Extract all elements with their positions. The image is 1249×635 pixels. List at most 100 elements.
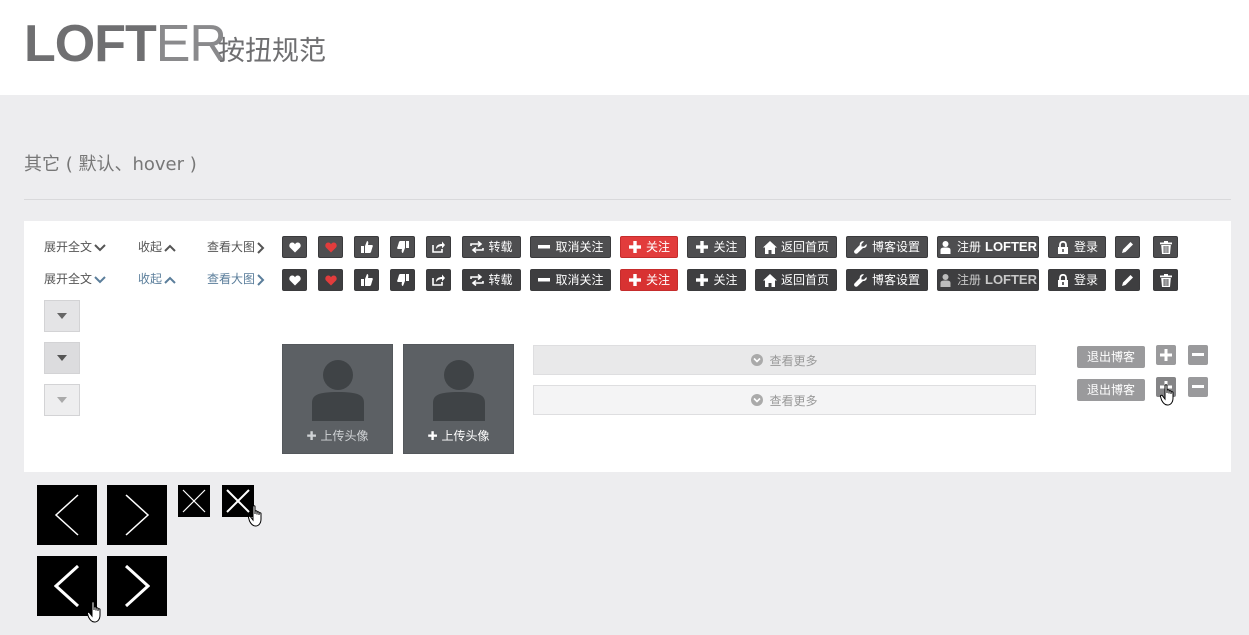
collapse-link-hover[interactable]: 收起 [138, 268, 176, 290]
follow-label: 关注 [713, 240, 738, 254]
remove-button[interactable] [1188, 345, 1208, 365]
user-icon [939, 240, 953, 254]
logo-light-part: ER [155, 15, 227, 73]
liked-button[interactable] [318, 236, 343, 258]
delete-button-hover[interactable] [1153, 269, 1178, 291]
collapse-link[interactable]: 收起 [138, 236, 176, 258]
thumbs-up-button[interactable] [354, 236, 379, 258]
plus-icon: ✚ [306, 429, 317, 443]
edit-button-hover[interactable] [1115, 269, 1140, 291]
register-button[interactable]: 注册 LOFTER [937, 236, 1039, 258]
unfollow-button[interactable]: 取消关注 [530, 236, 611, 258]
collapse-label: 收起 [138, 272, 163, 286]
blog-settings-button-hover[interactable]: 博客设置 [846, 269, 928, 291]
next-arrow-button-hover[interactable] [107, 556, 167, 616]
dropdown-toggle-hover[interactable] [44, 342, 80, 374]
plus-icon [695, 240, 709, 254]
avatar-upload-hover[interactable]: ✚ 上传头像 [403, 344, 514, 454]
chevron-right-icon [125, 494, 150, 536]
chevron-left-icon [54, 494, 79, 536]
close-button[interactable] [178, 485, 210, 517]
add-button[interactable] [1156, 345, 1176, 365]
share-button-hover[interactable] [426, 269, 451, 291]
quit-blog-button[interactable]: 退出博客 [1077, 346, 1145, 368]
wrench-icon [854, 240, 868, 254]
section-title: 其它 ( 默认、hover ) [24, 154, 197, 175]
heart-icon [288, 240, 302, 254]
remove-button-hover[interactable] [1188, 377, 1208, 397]
thumbs-down-button[interactable] [390, 236, 415, 258]
hand-cursor-icon [87, 601, 101, 623]
dropdown-toggle-disabled[interactable] [44, 384, 80, 416]
like-button[interactable] [282, 236, 307, 258]
blog-settings-label: 博客设置 [871, 240, 920, 254]
follow-button-active-hover[interactable]: 关注 [620, 269, 678, 291]
back-home-button-hover[interactable]: 返回首页 [755, 269, 837, 291]
view-large-link-hover[interactable]: 查看大图 [207, 268, 265, 290]
view-more-button[interactable]: 查看更多 [533, 345, 1036, 375]
expand-link[interactable]: 展开全文 [44, 236, 106, 258]
view-more-button-hover[interactable]: 查看更多 [533, 385, 1036, 415]
plus-icon [1160, 349, 1172, 361]
unfollow-button-hover[interactable]: 取消关注 [530, 269, 611, 291]
caret-down-icon [57, 313, 67, 319]
login-label: 登录 [1073, 240, 1098, 254]
follow-label: 关注 [645, 240, 670, 254]
follow-button[interactable]: 关注 [687, 236, 746, 258]
login-button-hover[interactable]: 登录 [1048, 269, 1106, 291]
unfollow-label: 取消关注 [555, 240, 604, 254]
heart-icon [288, 273, 302, 287]
edit-button[interactable] [1115, 236, 1140, 258]
home-icon [762, 273, 777, 287]
trash-icon [1159, 273, 1173, 287]
view-more-label: 查看更多 [769, 393, 818, 408]
delete-button[interactable] [1153, 236, 1178, 258]
thumbs-up-icon [360, 240, 374, 254]
minus-icon [1192, 353, 1204, 356]
blog-settings-label: 博客设置 [871, 273, 920, 287]
expand-link-hover[interactable]: 展开全文 [44, 268, 106, 290]
like-button-hover[interactable] [282, 269, 307, 291]
repost-icon [470, 273, 485, 287]
dropdown-toggle[interactable] [44, 300, 80, 332]
share-icon [432, 273, 446, 287]
register-button-hover[interactable]: 注册 LOFTER [937, 269, 1039, 291]
expand-label: 展开全文 [44, 240, 93, 254]
back-home-button[interactable]: 返回首页 [755, 236, 837, 258]
user-silhouette-icon [433, 360, 485, 421]
upload-avatar-label: ✚ 上传头像 [283, 427, 392, 444]
prev-arrow-button[interactable] [37, 485, 97, 545]
share-icon [432, 240, 446, 254]
section-divider [24, 199, 1231, 200]
blog-settings-button[interactable]: 博客设置 [846, 236, 928, 258]
follow-button-active[interactable]: 关注 [620, 236, 678, 258]
chevron-right-icon [257, 241, 265, 254]
follow-button-hover[interactable]: 关注 [687, 269, 746, 291]
plus-icon [628, 273, 642, 287]
repost-button[interactable]: 转载 [462, 236, 521, 258]
caret-down-icon [57, 397, 67, 403]
pencil-icon [1121, 240, 1135, 254]
liked-button-hover[interactable] [318, 269, 343, 291]
repost-button-hover[interactable]: 转载 [462, 269, 521, 291]
follow-label: 关注 [713, 273, 738, 287]
next-arrow-button[interactable] [107, 485, 167, 545]
register-brand-label: LOFTER [985, 272, 1037, 287]
quit-blog-button-hover[interactable]: 退出博客 [1077, 379, 1145, 401]
thumbs-up-button-hover[interactable] [354, 269, 379, 291]
register-prefix-label: 注册 [956, 273, 981, 287]
view-large-link[interactable]: 查看大图 [207, 236, 265, 258]
chevron-right-icon [257, 273, 265, 286]
thumbs-down-icon [396, 273, 410, 287]
share-button[interactable] [426, 236, 451, 258]
caret-down-icon [57, 355, 67, 361]
thumbs-down-button-hover[interactable] [390, 269, 415, 291]
chevron-down-icon [94, 243, 106, 251]
plus-icon [628, 240, 642, 254]
login-button[interactable]: 登录 [1048, 236, 1106, 258]
register-brand-label: LOFTER [985, 239, 1037, 254]
page-title: 按扭规范 [218, 36, 326, 67]
avatar-upload[interactable]: ✚ 上传头像 [282, 344, 393, 454]
minus-icon [1192, 385, 1204, 388]
close-icon [182, 489, 206, 513]
